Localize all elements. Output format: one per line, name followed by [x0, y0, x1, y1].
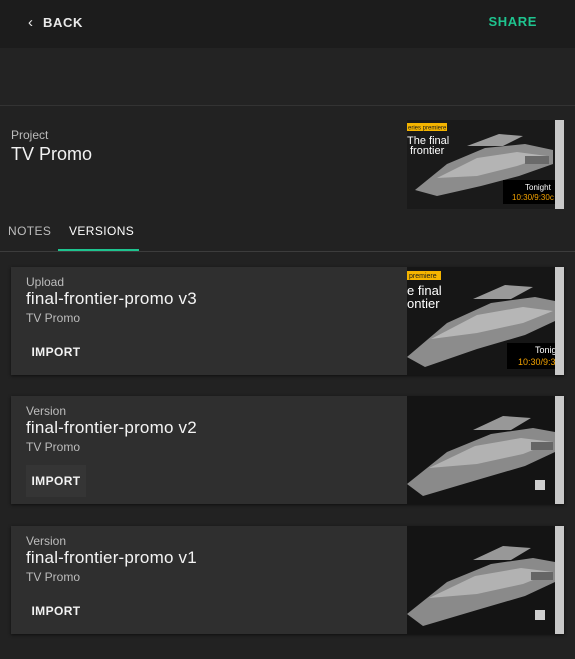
spaceship-image: eries premiere The final frontier Tonigh… [407, 120, 555, 209]
version-thumbnail[interactable] [407, 526, 555, 634]
thumb-badge: eries premiere [408, 126, 447, 132]
tab-versions[interactable]: VERSIONS [69, 224, 134, 238]
version-thumbnail[interactable] [407, 396, 555, 504]
version-card[interactable]: Version final-frontier-promo v2 TV Promo… [11, 396, 564, 504]
divider [0, 105, 575, 106]
thumbnail-scrollbar[interactable] [555, 267, 564, 375]
back-label: BACK [43, 14, 83, 30]
thumb-time: 10:30/9:30c [512, 193, 554, 202]
version-title: final-frontier-promo v1 [26, 548, 197, 567]
back-button[interactable]: ‹ BACK [28, 10, 83, 34]
thumbnail-scrollbar[interactable] [555, 396, 564, 504]
share-button[interactable]: SHARE [488, 14, 537, 29]
version-project: TV Promo [26, 570, 81, 584]
version-card[interactable]: Upload final-frontier-promo v3 TV Promo … [11, 267, 564, 375]
tab-notes[interactable]: NOTES [8, 224, 51, 238]
top-app-bar: ‹ BACK SHARE [0, 0, 575, 48]
version-type: Version [26, 404, 67, 418]
version-card[interactable]: Version final-frontier-promo v1 TV Promo… [11, 526, 564, 634]
spaceship-image [407, 396, 555, 504]
thumbnail-scrollbar[interactable] [555, 526, 564, 634]
version-title: final-frontier-promo v2 [26, 418, 197, 437]
project-label: Project [11, 128, 49, 142]
import-button[interactable]: IMPORT [26, 595, 86, 627]
toolbar-band [0, 48, 575, 105]
thumb-headline-2: frontier [410, 145, 445, 157]
project-header: Project TV Promo [11, 128, 92, 165]
version-title: final-frontier-promo v3 [26, 289, 197, 308]
thumbnail-scrollbar[interactable] [555, 120, 564, 209]
version-type: Upload [26, 275, 65, 289]
thumb-headline-2: ontier [407, 296, 440, 311]
import-button[interactable]: IMPORT [26, 465, 86, 497]
thumb-badge: premiere [409, 273, 437, 280]
project-thumbnail[interactable]: eries premiere The final frontier Tonigh… [407, 120, 555, 209]
spaceship-image: premiere e final ontier Tonig 10:30/9:3 [407, 267, 555, 375]
spaceship-image [407, 526, 555, 634]
import-button[interactable]: IMPORT [26, 336, 86, 368]
project-title: TV Promo [11, 144, 93, 164]
version-project: TV Promo [26, 440, 81, 454]
tab-bar: NOTES VERSIONS [0, 218, 575, 251]
version-project: TV Promo [26, 311, 81, 325]
version-type: Version [26, 534, 67, 548]
chevron-left-icon: ‹ [28, 13, 33, 31]
version-thumbnail[interactable]: premiere e final ontier Tonig 10:30/9:3 [407, 267, 555, 375]
thumb-tonight: Tonig [535, 345, 555, 355]
divider [0, 251, 575, 252]
thumb-tonight: Tonight [525, 183, 552, 192]
thumb-time: 10:30/9:3 [518, 357, 555, 367]
